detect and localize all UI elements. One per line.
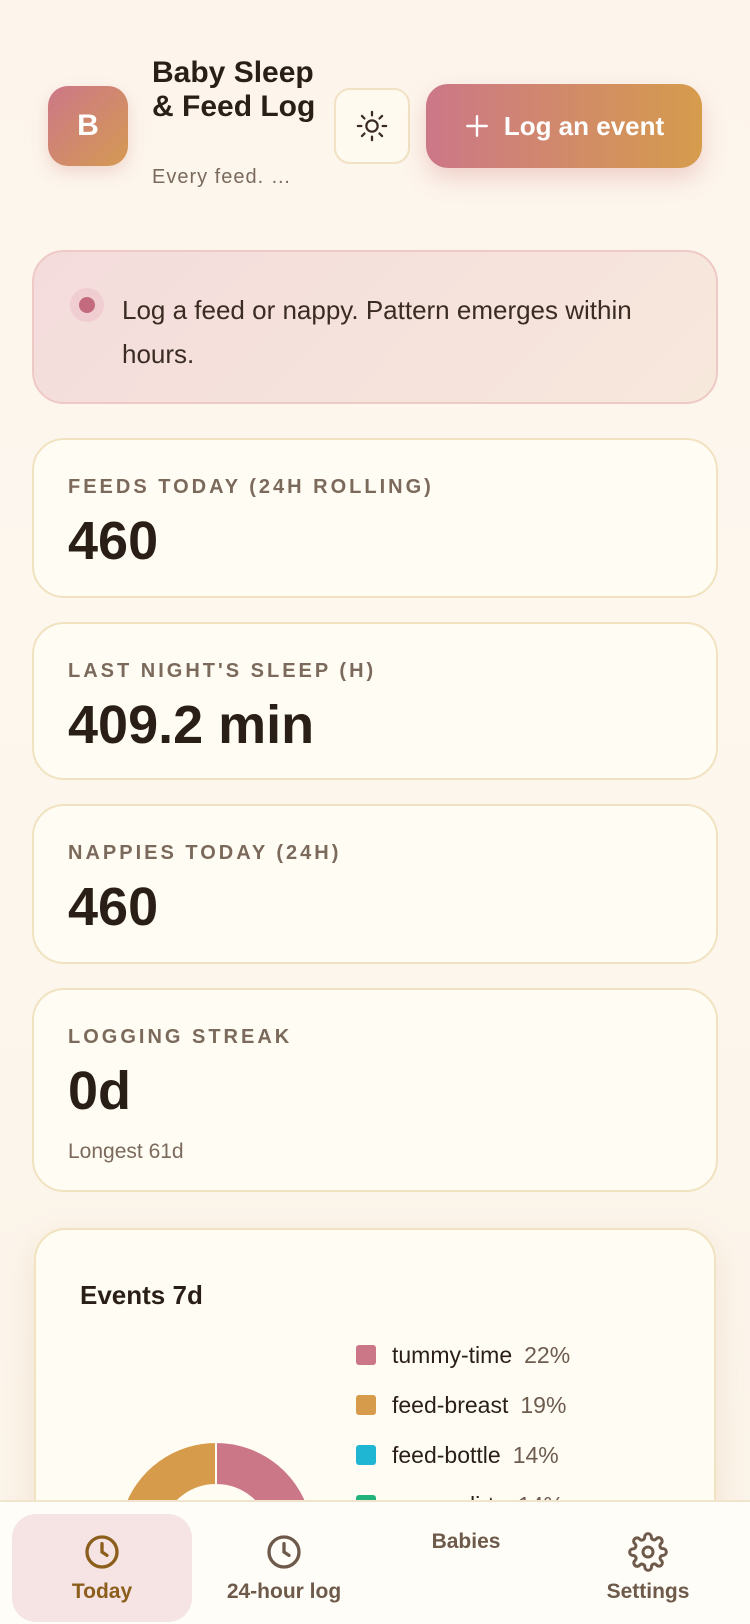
log-event-button[interactable]: Log an event <box>426 84 702 168</box>
legend-label: tummy-time <box>392 1341 513 1368</box>
sun-icon <box>356 110 388 142</box>
stat-subtext: Longest 61d <box>68 1140 184 1163</box>
app-logo: B <box>48 86 128 166</box>
legend-percent: 19% <box>520 1391 567 1418</box>
stat-value: 0d <box>68 1061 132 1121</box>
bottom-nav: Today 24-hour log Babies Settings <box>0 1500 750 1624</box>
legend-percent: 22% <box>524 1341 571 1368</box>
plus-icon <box>465 115 488 137</box>
stat-label: LOGGING STREAK <box>68 1026 293 1048</box>
legend-item: tummy-time 22% <box>356 1330 696 1380</box>
nav-tab-settings[interactable]: Settings <box>558 1514 738 1622</box>
info-banner: Log a feed or nappy. Pattern emerges wit… <box>32 250 718 404</box>
app-subtitle: Every feed. … <box>152 166 292 188</box>
chart-title: Events 7d <box>80 1280 203 1310</box>
log-event-label: Log an event <box>503 110 665 141</box>
nav-tab-24-hour-log[interactable]: 24-hour log <box>194 1514 374 1622</box>
stat-label: LAST NIGHT'S SLEEP (H) <box>68 660 377 682</box>
stat-card-feeds: FEEDS TODAY (24H ROLLING) 460 <box>32 438 718 598</box>
app-header: B Baby Sleep & Feed Log Every feed. … Lo… <box>0 0 750 220</box>
app-screen: B Baby Sleep & Feed Log Every feed. … Lo… <box>0 0 750 1624</box>
gear-icon <box>628 1532 668 1572</box>
status-dot-icon <box>70 288 104 322</box>
legend-item: feed-bottle 14% <box>356 1430 696 1480</box>
nav-tab-today[interactable]: Today <box>12 1514 192 1622</box>
app-title: Baby Sleep & Feed Log <box>152 56 316 123</box>
nav-tab-label: Babies <box>431 1530 501 1553</box>
clock-icon <box>85 1535 119 1569</box>
stat-value: 460 <box>68 511 159 571</box>
legend-label: feed-breast <box>392 1391 509 1418</box>
nav-tab-label: 24-hour log <box>226 1580 342 1603</box>
stat-label: NAPPIES TODAY (24H) <box>68 842 342 864</box>
legend-swatch <box>356 1395 376 1415</box>
stat-card-sleep: LAST NIGHT'S SLEEP (H) 409.2 min <box>32 622 718 780</box>
nav-tab-label: Today <box>71 1580 133 1603</box>
legend-percent: 14% <box>512 1441 559 1468</box>
stat-value: 409.2 min <box>68 695 315 755</box>
stat-value: 460 <box>68 877 159 937</box>
legend-swatch <box>356 1345 376 1365</box>
legend-label: feed-bottle <box>392 1441 501 1468</box>
legend-item: feed-breast 19% <box>356 1380 696 1430</box>
legend-swatch <box>356 1445 376 1465</box>
nav-tab-babies[interactable]: Babies <box>376 1514 556 1622</box>
nav-tab-label: Settings <box>606 1580 690 1603</box>
stat-card-streak: LOGGING STREAK 0d Longest 61d <box>32 988 718 1192</box>
clock-icon <box>267 1535 301 1569</box>
info-banner-text: Log a feed or nappy. Pattern emerges wit… <box>122 295 632 369</box>
theme-toggle-button[interactable] <box>334 88 410 164</box>
stat-card-nappies: NAPPIES TODAY (24H) 460 <box>32 804 718 964</box>
stat-label: FEEDS TODAY (24H ROLLING) <box>68 476 434 498</box>
